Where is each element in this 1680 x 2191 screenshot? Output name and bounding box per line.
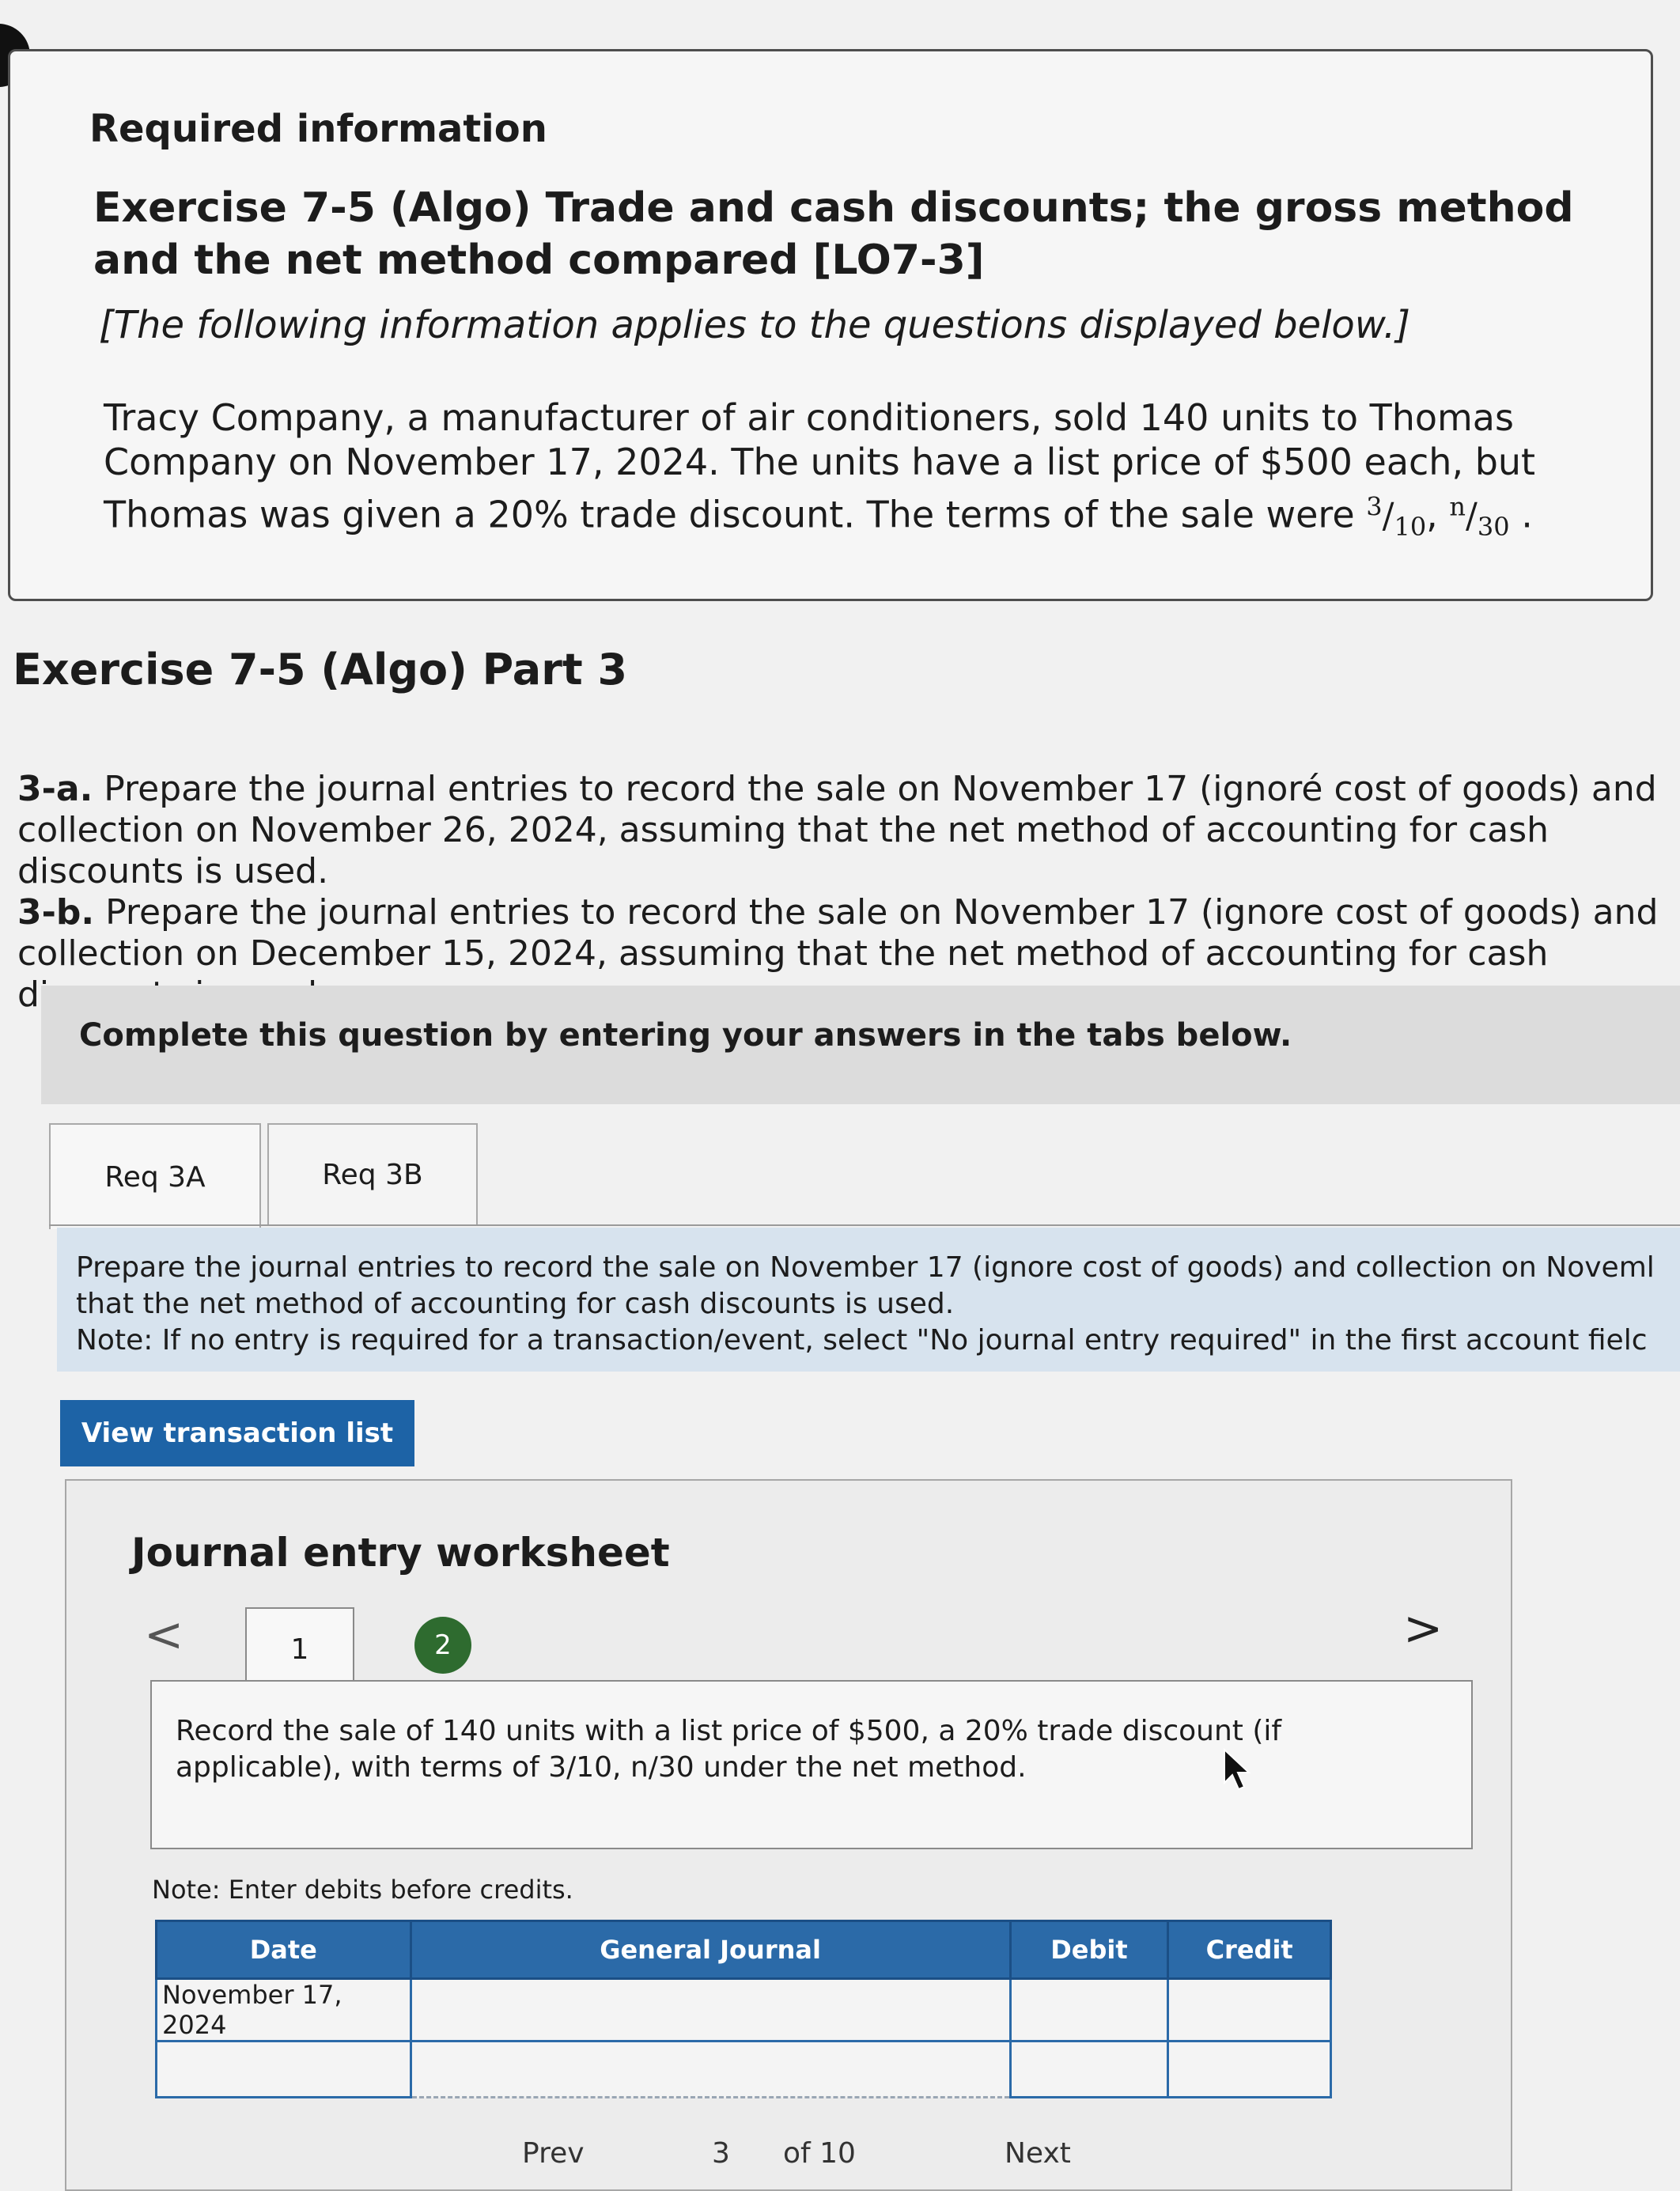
record-instruction-box: Record the sale of 140 units with a list…	[150, 1680, 1473, 1849]
prompt-line-1: Prepare the journal entries to record th…	[76, 1251, 1655, 1284]
pagination-footer: Prev 3 of 10 Next	[475, 2136, 1186, 2170]
credit-input[interactable]	[1167, 2040, 1332, 2098]
scenario-body: Tracy Company, a manufacturer of air con…	[104, 396, 1536, 536]
terms-fraction-b: n/30	[1449, 491, 1510, 542]
part-title: Exercise 7-5 (Algo) Part 3	[13, 645, 628, 694]
step-2-tab[interactable]: 2	[414, 1617, 471, 1674]
scenario-text: Tracy Company, a manufacturer of air con…	[104, 396, 1536, 542]
exercise-title: Exercise 7-5 (Algo) Trade and cash disco…	[93, 184, 1574, 284]
worksheet-title: Journal entry worksheet	[131, 1530, 670, 1576]
prompt-note: Note: If no entry is required for a tran…	[76, 1324, 1648, 1357]
required-info-label: Required information	[89, 107, 547, 151]
instruction-3a: 3-a. Prepare the journal entries to reco…	[17, 769, 1657, 891]
date-header: Date	[155, 1920, 412, 1980]
tab-req-3b[interactable]: Req 3B	[267, 1123, 478, 1226]
mouse-pointer-icon	[1224, 1748, 1251, 1791]
next-step-arrow-icon[interactable]: >	[1403, 1601, 1443, 1656]
journal-table: Date General Journal Debit Credit Novemb…	[155, 1920, 1332, 2098]
prev-page-button[interactable]: Prev	[522, 2137, 585, 2170]
tab-divider	[49, 1224, 1680, 1226]
terms-fraction-a: 3/10	[1366, 491, 1427, 542]
date-cell	[155, 2040, 412, 2098]
debit-input[interactable]	[1008, 2040, 1170, 2098]
account-select[interactable]	[409, 1977, 1012, 2042]
date-cell: November 17, 2024	[155, 1977, 412, 2042]
table-row: November 17, 2024	[155, 1977, 1332, 2042]
credit-input[interactable]	[1167, 1977, 1332, 2042]
journal-entry-worksheet: Journal entry worksheet < 1 2 > Record t…	[65, 1479, 1512, 2191]
record-instruction-text: Record the sale of 140 units with a list…	[176, 1715, 1282, 1784]
view-transaction-list-button[interactable]: View transaction list	[60, 1400, 414, 1466]
prompt-line-2: that the net method of accounting for ca…	[76, 1288, 955, 1320]
general-journal-header: General Journal	[409, 1920, 1012, 1980]
prev-step-arrow-icon[interactable]: <	[144, 1607, 184, 1663]
tab-prompt: Prepare the journal entries to record th…	[57, 1228, 1680, 1372]
required-info-box: Required information Exercise 7-5 (Algo)…	[8, 49, 1653, 601]
applies-note: [The following information applies to th…	[99, 303, 1410, 347]
table-row	[155, 2040, 1332, 2098]
page-count: of 10	[783, 2137, 856, 2170]
debit-input[interactable]	[1008, 1977, 1170, 2042]
account-select[interactable]	[409, 2040, 1012, 2098]
step-1-tab[interactable]: 1	[245, 1607, 354, 1690]
next-page-button[interactable]: Next	[1005, 2137, 1071, 2170]
debits-note: Note: Enter debits before credits.	[152, 1875, 573, 1905]
tab-req-3a[interactable]: Req 3A	[49, 1123, 261, 1229]
complete-banner: Complete this question by entering your …	[41, 986, 1680, 1104]
debit-header: Debit	[1008, 1920, 1170, 1980]
complete-banner-text: Complete this question by entering your …	[79, 1017, 1292, 1054]
current-page[interactable]: 3	[712, 2137, 730, 2170]
credit-header: Credit	[1167, 1920, 1332, 1980]
instructions: 3-a. Prepare the journal entries to reco…	[17, 769, 1678, 1016]
